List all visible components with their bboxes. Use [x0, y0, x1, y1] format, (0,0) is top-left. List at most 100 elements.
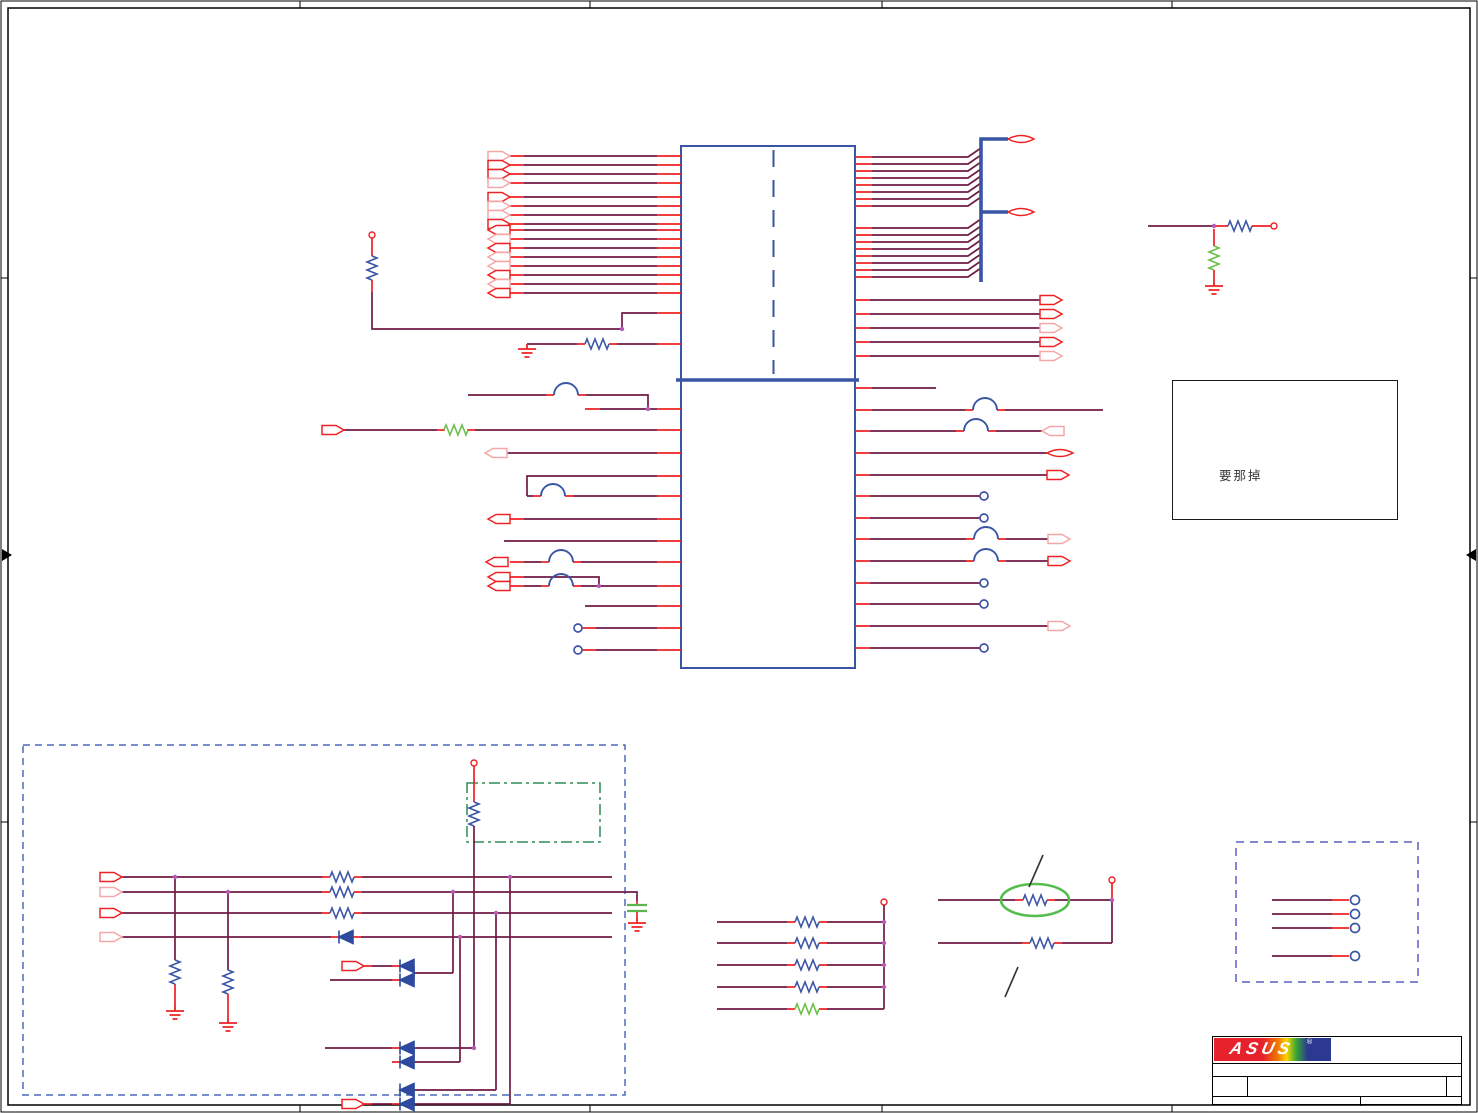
power-terminal [470, 759, 478, 767]
ferrite-bead [553, 382, 579, 396]
right-output-arrows [855, 294, 1063, 362]
termination-resistor [1022, 894, 1048, 906]
bus-terminal [1007, 207, 1035, 217]
no-connect-circle [979, 599, 989, 609]
series-diode [338, 929, 354, 945]
note-text: 要那掉 [1219, 468, 1263, 483]
pulldown-resistor [169, 959, 181, 985]
ferrite-bead [963, 418, 989, 432]
output-arrow [1046, 469, 1070, 481]
pull-resistor [468, 801, 480, 827]
output-arrow [487, 580, 511, 592]
dashed-region-outline [22, 744, 626, 1096]
output-arrow [487, 269, 511, 281]
no-connect-circle [979, 491, 989, 501]
ferrite-bead [548, 573, 574, 587]
input-arrow [99, 907, 123, 919]
input-arrow [487, 209, 511, 221]
output-arrow [1047, 533, 1071, 545]
output-arrow [487, 571, 511, 583]
schematic-sheet: 要那掉 ASUS ® [0, 0, 1478, 1113]
title-block-cell [1248, 1077, 1447, 1096]
lower-right-pins [855, 387, 1103, 653]
input-arrow [99, 886, 123, 898]
no-connect-circle [1349, 950, 1361, 962]
array-resistor-green [794, 1003, 820, 1015]
clamp-diode [399, 1040, 415, 1056]
resistor-array [717, 898, 888, 1015]
protection-region [22, 744, 647, 1112]
registered-trademark-icon: ® [1306, 1038, 1313, 1046]
left-pull-network [366, 231, 681, 358]
nc-stub-box [1235, 841, 1419, 983]
series-resistor [329, 871, 355, 883]
output-arrow [1039, 350, 1063, 362]
sheet-border [0, 0, 1478, 1113]
power-terminal [1108, 876, 1116, 884]
pulldown-resistor [222, 969, 234, 995]
signal-terminal [1270, 222, 1278, 230]
input-arrow [99, 871, 123, 883]
input-arrow [341, 1098, 365, 1110]
lower-left-pins [321, 382, 681, 655]
bidir-terminal [1046, 448, 1074, 458]
ground-symbol [165, 1005, 185, 1020]
title-block-cell [1447, 1077, 1461, 1096]
input-arrow [487, 150, 511, 162]
ground-symbol [1204, 280, 1224, 295]
output-arrow [487, 513, 511, 525]
left-connector-groups [487, 150, 681, 299]
no-connect-circle [573, 623, 583, 633]
array-resistor [794, 981, 820, 993]
output-arrow [487, 287, 511, 299]
output-arrow [487, 233, 511, 245]
main-ic-upper-block [676, 145, 859, 382]
input-arrow [487, 191, 511, 203]
top-right-network [1148, 220, 1278, 295]
no-connect-circle [979, 578, 989, 588]
bus-terminal [1007, 134, 1035, 144]
output-arrow [1039, 336, 1063, 348]
asus-logo: ASUS ® [1214, 1038, 1331, 1061]
ferrite-bead [973, 548, 999, 562]
schematic-canvas [0, 0, 1478, 1113]
title-block-row-4 [1213, 1096, 1461, 1106]
title-block-cell [1213, 1097, 1361, 1106]
series-resistor [329, 886, 355, 898]
green-note-outline [466, 782, 601, 843]
right-center-mark [1466, 549, 1476, 561]
title-block: ASUS ® [1212, 1036, 1462, 1106]
clamp-diode [399, 1096, 415, 1112]
no-connect-circle [1349, 908, 1361, 920]
ground-symbol [218, 1017, 238, 1032]
title-block-row-3 [1213, 1076, 1461, 1096]
output-arrow [487, 260, 511, 272]
title-block-row-2 [1213, 1063, 1461, 1076]
array-resistor [794, 937, 820, 949]
output-arrow [487, 242, 511, 254]
no-connect-circle [979, 513, 989, 523]
no-connect-circle [573, 645, 583, 655]
bus-group-1 [855, 134, 1035, 211]
title-block-logo-row: ASUS ® [1213, 1037, 1461, 1063]
input-arrow [487, 168, 511, 180]
clamp-diode [399, 958, 415, 974]
main-ic-lower-block [680, 379, 856, 669]
highlighted-resistor-pair [938, 854, 1116, 998]
output-arrow [485, 556, 509, 568]
pull-resistor [366, 255, 378, 281]
series-resistor [329, 907, 355, 919]
no-connect-circle [1349, 922, 1361, 934]
no-connect-circle [979, 643, 989, 653]
left-center-mark [2, 549, 12, 561]
ferrite-bead [540, 483, 566, 497]
input-arrow [487, 200, 511, 212]
annotation-slash [1004, 966, 1019, 998]
output-arrow [487, 251, 511, 263]
input-arrow [99, 931, 123, 943]
ferrite-bead [548, 549, 574, 563]
input-arrow [321, 424, 345, 436]
output-arrow [1047, 555, 1071, 567]
title-block-cell [1213, 1077, 1248, 1096]
output-arrow [1039, 322, 1063, 334]
